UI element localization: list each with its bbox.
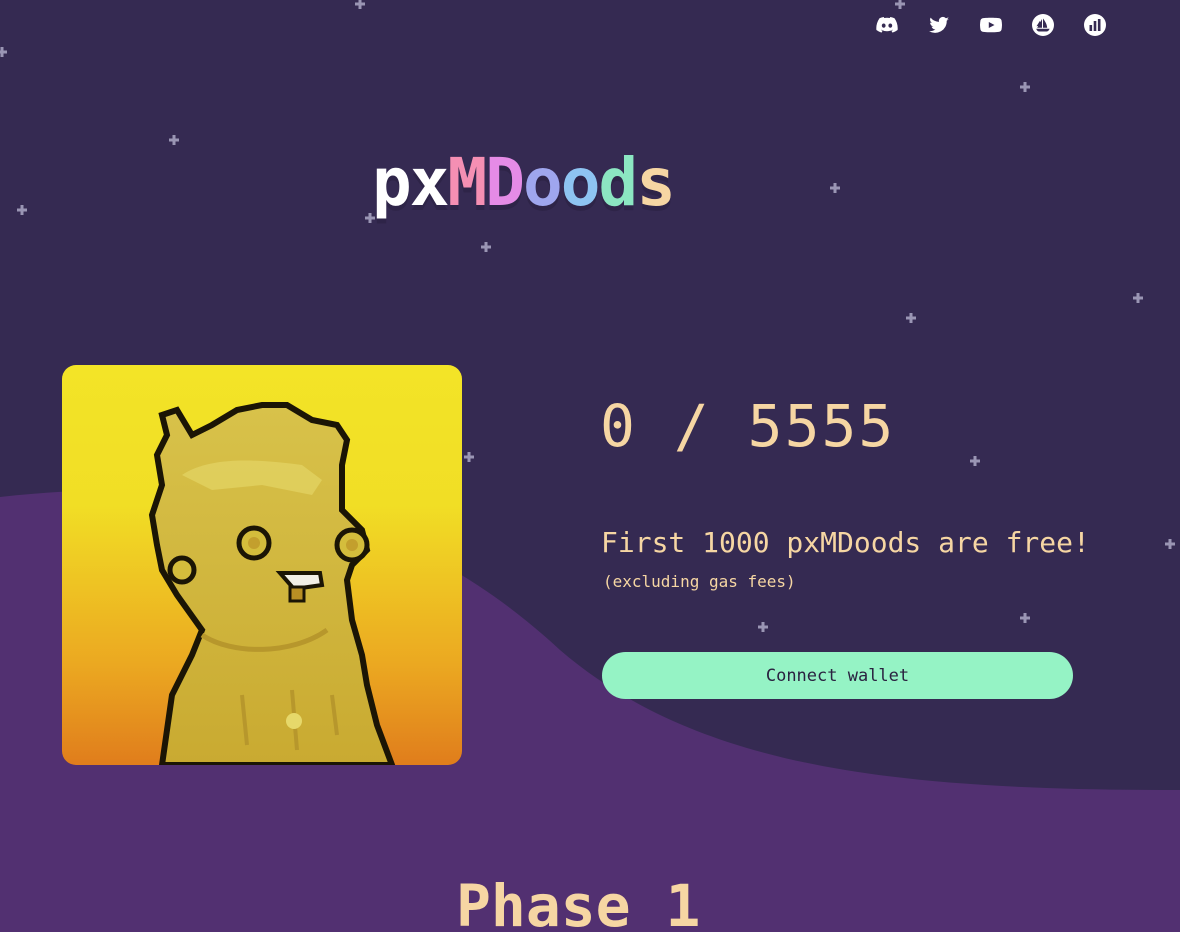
star	[169, 135, 179, 145]
star	[1020, 613, 1030, 623]
logo-letter: d	[598, 144, 639, 221]
site-logo: pxMDoods	[372, 144, 676, 221]
star	[830, 183, 840, 193]
logo-letter: o	[523, 144, 563, 221]
logo-letter: x	[409, 144, 450, 221]
social-bar	[870, 12, 1112, 38]
logo-letter: p	[372, 144, 412, 221]
star	[355, 0, 365, 9]
star	[17, 205, 27, 215]
logo-letter: D	[485, 144, 525, 221]
stats-icon[interactable]	[1078, 12, 1112, 38]
logo-letter: o	[560, 144, 601, 221]
star	[481, 242, 491, 252]
gas-fee-note: (excluding gas fees)	[603, 572, 796, 591]
star	[758, 622, 768, 632]
star	[1133, 293, 1143, 303]
star	[895, 0, 905, 9]
youtube-icon[interactable]	[974, 12, 1008, 38]
star	[0, 47, 7, 57]
nft-preview-image	[62, 365, 462, 765]
logo-letter: s	[636, 144, 676, 221]
pixel-character	[148, 402, 396, 765]
star	[1020, 82, 1030, 92]
discord-icon[interactable]	[870, 12, 904, 38]
twitter-icon[interactable]	[922, 12, 956, 38]
connect-wallet-button[interactable]: Connect wallet	[602, 652, 1073, 699]
free-mint-text: First 1000 pxMDoods are free!	[601, 526, 1090, 559]
star	[464, 452, 474, 462]
star	[1165, 539, 1175, 549]
star	[970, 456, 980, 466]
mint-counter: 0 / 5555	[600, 392, 896, 460]
phase-title: Phase 1	[456, 872, 701, 932]
opensea-icon[interactable]	[1026, 12, 1060, 38]
star	[906, 313, 916, 323]
logo-letter: M	[447, 144, 488, 221]
